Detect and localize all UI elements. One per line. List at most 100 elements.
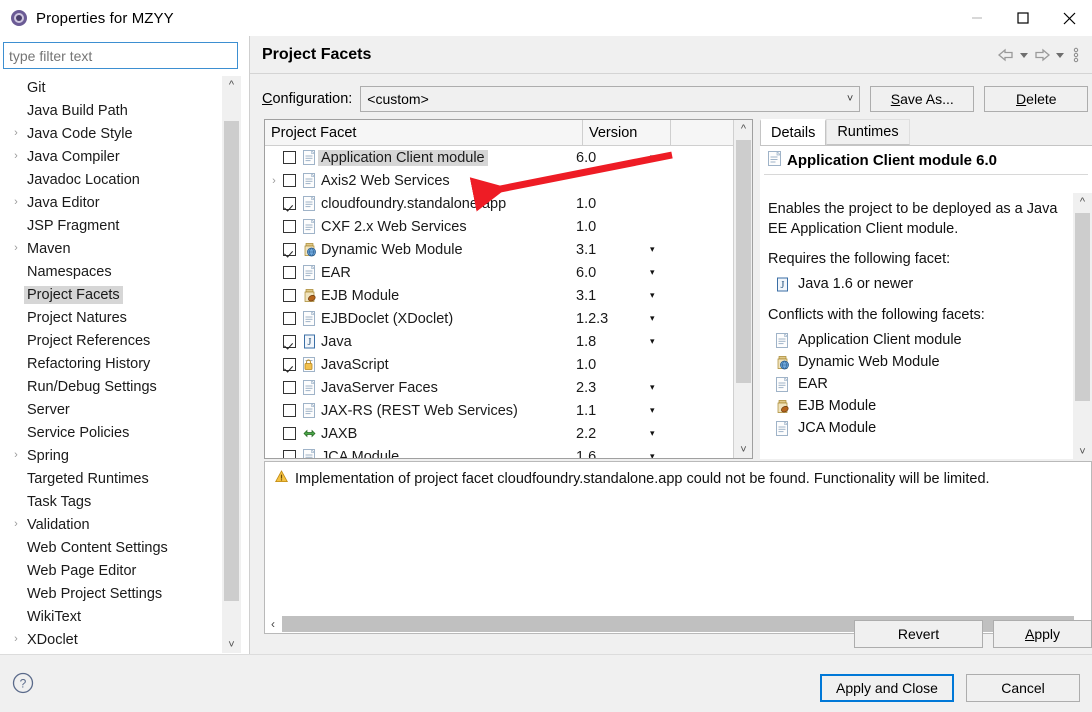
sidebar-item-xdoclet[interactable]: › XDoclet [0, 628, 222, 651]
sidebar-item-web-page-editor[interactable]: Web Page Editor [0, 559, 222, 582]
facet-checkbox[interactable] [283, 220, 296, 233]
facet-row[interactable]: Application Client module 6.0 ▾ [265, 146, 733, 169]
facets-scroll-down-icon[interactable]: ˅ [734, 441, 752, 458]
facet-checkbox[interactable] [283, 151, 296, 164]
sidebar-item-project-natures[interactable]: Project Natures [0, 306, 222, 329]
facet-checkbox[interactable] [283, 266, 296, 279]
facet-row[interactable]: EJB Module 3.1 ▾ [265, 284, 733, 307]
sidebar-item-git[interactable]: Git [0, 76, 222, 99]
version-dropdown-icon[interactable]: ▾ [650, 244, 655, 255]
facet-row[interactable]: JAX-RS (REST Web Services) 1.1 ▾ [265, 399, 733, 422]
sidebar-item-jsp-fragment[interactable]: JSP Fragment [0, 214, 222, 237]
facet-checkbox[interactable] [283, 335, 296, 348]
sidebar-item-project-references[interactable]: Project References [0, 329, 222, 352]
facet-checkbox[interactable] [283, 404, 296, 417]
facet-checkbox[interactable] [283, 197, 296, 210]
facet-row[interactable]: Dynamic Web Module 3.1 ▾ [265, 238, 733, 261]
sidebar-item-java-compiler[interactable]: › Java Compiler [0, 145, 222, 168]
hscroll-left-icon[interactable]: ‹ [265, 615, 281, 633]
apply-button[interactable]: Apply [993, 620, 1092, 648]
chevron-right-icon[interactable]: › [8, 197, 24, 208]
sidebar-item-java-code-style[interactable]: › Java Code Style [0, 122, 222, 145]
details-scroll-up-icon[interactable]: ^ [1073, 193, 1092, 210]
chevron-right-icon[interactable]: › [265, 175, 283, 187]
scroll-up-icon[interactable]: ^ [222, 76, 241, 93]
help-icon[interactable]: ? [10, 670, 36, 696]
facet-row[interactable]: JAXB 2.2 ▾ [265, 422, 733, 445]
sidebar-scrollbar[interactable]: ^ ˅ [222, 76, 241, 653]
save-as-button[interactable]: Save As... [870, 86, 975, 112]
cancel-button[interactable]: Cancel [966, 674, 1080, 702]
facet-row[interactable]: J Java 1.8 ▾ [265, 330, 733, 353]
close-icon[interactable] [1046, 0, 1092, 36]
facets-scroll-up-icon[interactable]: ^ [734, 120, 752, 137]
tab-details[interactable]: Details [760, 119, 827, 145]
version-dropdown-icon[interactable]: ▾ [650, 336, 655, 347]
back-arrow-icon[interactable] [996, 43, 1016, 67]
sidebar-scrollbar-thumb[interactable] [224, 121, 239, 601]
forward-arrow-icon[interactable] [1032, 43, 1052, 67]
sidebar-item-server[interactable]: Server [0, 398, 222, 421]
chevron-right-icon[interactable]: › [8, 243, 24, 254]
facet-row[interactable]: CXF 2.x Web Services 1.0 [265, 215, 733, 238]
facet-checkbox[interactable] [283, 289, 296, 302]
facets-scrollbar[interactable]: ^ ˅ [733, 120, 752, 458]
minimize-icon[interactable] [954, 0, 1000, 36]
back-history-chevron-down-icon[interactable] [1018, 43, 1030, 67]
version-dropdown-icon[interactable]: ▾ [650, 313, 655, 324]
sidebar-item-java-editor[interactable]: › Java Editor [0, 191, 222, 214]
scroll-down-icon[interactable]: ˅ [222, 636, 241, 653]
version-dropdown-icon[interactable]: ▾ [650, 267, 655, 278]
configuration-select[interactable]: <custom> ˅ [360, 86, 861, 112]
apply-and-close-button[interactable]: Apply and Close [820, 674, 954, 702]
chevron-right-icon[interactable]: › [8, 634, 24, 645]
chevron-right-icon[interactable]: › [8, 519, 24, 530]
facets-scrollbar-thumb[interactable] [736, 140, 751, 383]
facet-checkbox[interactable] [283, 312, 296, 325]
sidebar-item-maven[interactable]: › Maven [0, 237, 222, 260]
details-scroll-down-icon[interactable]: ˅ [1073, 443, 1092, 460]
sidebar-item-service-policies[interactable]: Service Policies [0, 421, 222, 444]
sidebar-item-javadoc-location[interactable]: Javadoc Location [0, 168, 222, 191]
column-header-project-facet[interactable]: Project Facet [265, 120, 583, 145]
version-dropdown-icon[interactable]: ▾ [650, 290, 655, 301]
sidebar-item-web-content-settings[interactable]: Web Content Settings [0, 536, 222, 559]
delete-button[interactable]: Delete [984, 86, 1089, 112]
sidebar-item-wikitext[interactable]: WikiText [0, 605, 222, 628]
chevron-right-icon[interactable]: › [8, 128, 24, 139]
details-scrollbar-thumb[interactable] [1075, 213, 1090, 401]
facet-checkbox[interactable] [283, 174, 296, 187]
filter-input[interactable] [3, 42, 238, 69]
sidebar-item-run-debug-settings[interactable]: Run/Debug Settings [0, 375, 222, 398]
forward-history-chevron-down-icon[interactable] [1054, 43, 1066, 67]
facet-row[interactable]: cloudfoundry.standalone.app 1.0 [265, 192, 733, 215]
facet-row[interactable]: JCA Module 1.6 ▾ [265, 445, 733, 458]
facet-checkbox[interactable] [283, 243, 296, 256]
sidebar-item-targeted-runtimes[interactable]: Targeted Runtimes [0, 467, 222, 490]
facet-row[interactable]: JavaServer Faces 2.3 ▾ [265, 376, 733, 399]
facet-checkbox[interactable] [283, 450, 296, 458]
sidebar-item-project-facets[interactable]: Project Facets [0, 283, 222, 306]
facet-row[interactable]: EAR 6.0 ▾ [265, 261, 733, 284]
chevron-right-icon[interactable]: › [8, 151, 24, 162]
version-dropdown-icon[interactable]: ▾ [650, 152, 655, 163]
chevron-right-icon[interactable]: › [8, 450, 24, 461]
version-dropdown-icon[interactable]: ▾ [650, 428, 655, 439]
details-scrollbar[interactable]: ^ ˅ [1073, 193, 1092, 460]
tab-runtimes[interactable]: Runtimes [826, 119, 910, 145]
facet-row[interactable]: › Axis2 Web Services [265, 169, 733, 192]
sidebar-item-web-project-settings[interactable]: Web Project Settings [0, 582, 222, 605]
version-dropdown-icon[interactable]: ▾ [650, 382, 655, 393]
sidebar-item-refactoring-history[interactable]: Refactoring History [0, 352, 222, 375]
facet-checkbox[interactable] [283, 427, 296, 440]
sidebar-item-spring[interactable]: › Spring [0, 444, 222, 467]
version-dropdown-icon[interactable]: ▾ [650, 405, 655, 416]
view-menu-icon[interactable] [1068, 43, 1084, 67]
maximize-icon[interactable] [1000, 0, 1046, 36]
version-dropdown-icon[interactable]: ▾ [650, 451, 655, 458]
facet-checkbox[interactable] [283, 358, 296, 371]
revert-button[interactable]: Revert [854, 620, 983, 648]
sidebar-item-java-build-path[interactable]: Java Build Path [0, 99, 222, 122]
sidebar-item-task-tags[interactable]: Task Tags [0, 490, 222, 513]
column-header-version[interactable]: Version [583, 120, 671, 145]
